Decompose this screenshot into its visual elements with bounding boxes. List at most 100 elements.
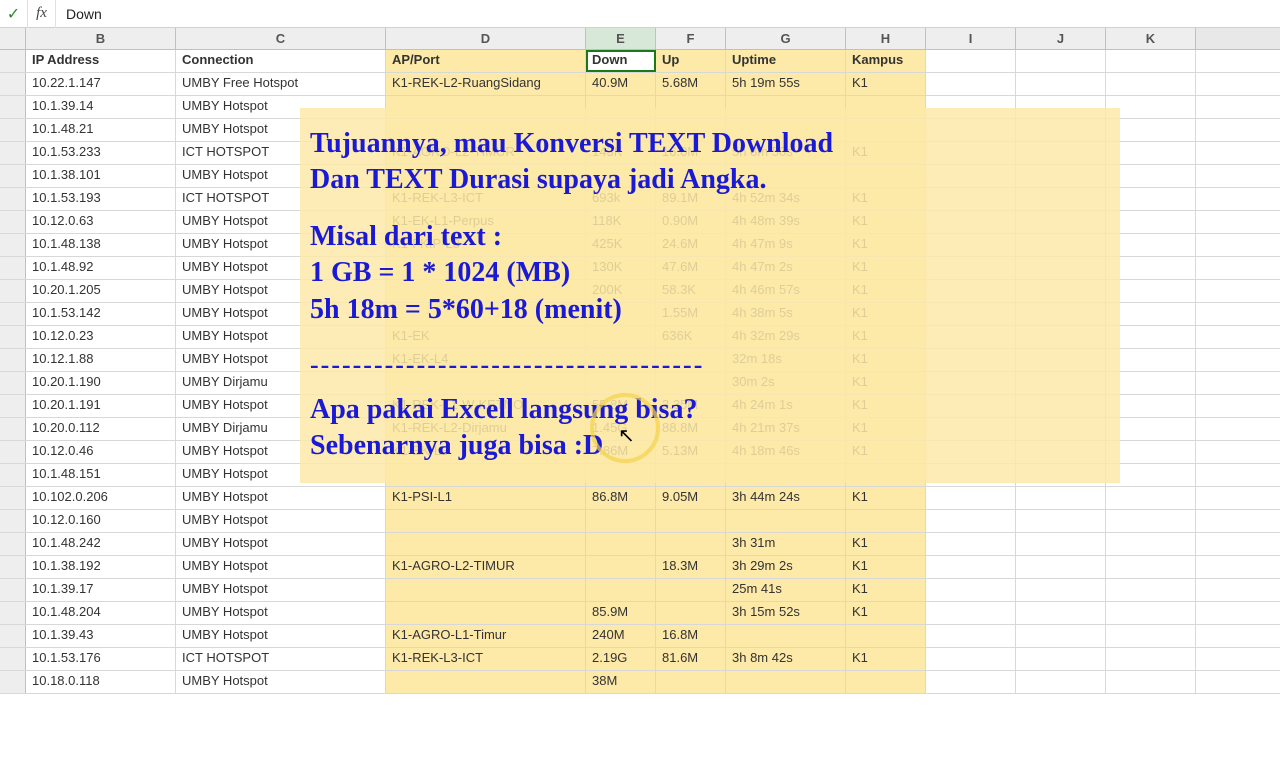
cell-ip[interactable]: 10.22.1.147: [26, 73, 176, 95]
cell-uptime[interactable]: 4h 48m 39s: [726, 211, 846, 233]
cell-kampus[interactable]: K1: [846, 303, 926, 325]
row-gutter[interactable]: [0, 119, 26, 141]
cell-kampus[interactable]: K1: [846, 579, 926, 601]
cell-ip[interactable]: 10.1.53.233: [26, 142, 176, 164]
fx-button[interactable]: fx: [28, 0, 56, 28]
row-gutter[interactable]: [0, 96, 26, 118]
cell-up[interactable]: [656, 96, 726, 118]
row-gutter[interactable]: [0, 349, 26, 371]
cell-apport[interactable]: K1-AGRO-L1-Timur: [386, 625, 586, 647]
select-all-corner[interactable]: [0, 28, 26, 49]
cell-kampus[interactable]: [846, 165, 926, 187]
cell-empty[interactable]: [1106, 464, 1196, 486]
cell-kampus[interactable]: K1: [846, 395, 926, 417]
cell-uptime[interactable]: [726, 96, 846, 118]
cell-kampus[interactable]: [846, 510, 926, 532]
cell-empty[interactable]: [926, 533, 1016, 555]
cell-apport[interactable]: [386, 96, 586, 118]
cell-uptime[interactable]: [726, 625, 846, 647]
cell-uptime[interactable]: 3h 15m 52s: [726, 602, 846, 624]
cell-up[interactable]: 3.35M: [656, 395, 726, 417]
col-header-c[interactable]: C: [176, 28, 386, 49]
cell-down[interactable]: 55.8M: [586, 395, 656, 417]
cell-up[interactable]: [656, 372, 726, 394]
cell-uptime[interactable]: 3h 44m 24s: [726, 487, 846, 509]
cell-ip[interactable]: 10.20.1.191: [26, 395, 176, 417]
cell-ip[interactable]: 10.20.1.205: [26, 280, 176, 302]
cell-empty[interactable]: [926, 119, 1016, 141]
cell-header-uptime[interactable]: Uptime: [726, 50, 846, 72]
cell-header-ip[interactable]: IP Address: [26, 50, 176, 72]
col-header-h[interactable]: H: [846, 28, 926, 49]
cell-ip[interactable]: 10.1.53.193: [26, 188, 176, 210]
row-gutter[interactable]: [0, 395, 26, 417]
cell-up[interactable]: 18.3M: [656, 556, 726, 578]
cell-kampus[interactable]: [846, 464, 926, 486]
col-header-k[interactable]: K: [1106, 28, 1196, 49]
cell-header-connection[interactable]: Connection: [176, 50, 386, 72]
cell-apport[interactable]: [386, 280, 586, 302]
cell-uptime[interactable]: 4h 47m 2s: [726, 257, 846, 279]
cell-connection[interactable]: UMBY Hotspot: [176, 211, 386, 233]
cell-ip[interactable]: 10.1.53.176: [26, 648, 176, 670]
cell-empty[interactable]: [1106, 579, 1196, 601]
cell-empty[interactable]: [1106, 418, 1196, 440]
cell-empty[interactable]: [1106, 671, 1196, 693]
cell-empty[interactable]: [926, 257, 1016, 279]
cell-ip[interactable]: 10.1.39.17: [26, 579, 176, 601]
cell-header-down[interactable]: Down: [586, 50, 656, 72]
cell-apport[interactable]: K1-REK-L3-ICT: [386, 188, 586, 210]
cell-empty[interactable]: [1016, 487, 1106, 509]
cell-empty[interactable]: [926, 487, 1016, 509]
cell-up[interactable]: 9.05M: [656, 487, 726, 509]
cell-header-up[interactable]: Up: [656, 50, 726, 72]
cell-connection[interactable]: UMBY Dirjamu: [176, 372, 386, 394]
cell-connection[interactable]: UMBY Hotspot: [176, 510, 386, 532]
cell-kampus[interactable]: K1: [846, 418, 926, 440]
cell-empty[interactable]: [1106, 533, 1196, 555]
cell-up[interactable]: 89.1M: [656, 188, 726, 210]
cell-empty[interactable]: [1106, 119, 1196, 141]
cell-apport[interactable]: K1-EK-L1-Perpus: [386, 211, 586, 233]
cell-connection[interactable]: UMBY Hotspot: [176, 165, 386, 187]
cell-up[interactable]: 88.8M: [656, 418, 726, 440]
cell-empty[interactable]: [926, 625, 1016, 647]
cell-apport[interactable]: [386, 119, 586, 141]
cell-up[interactable]: 0.90M: [656, 211, 726, 233]
cell-uptime[interactable]: 4h 47m 9s: [726, 234, 846, 256]
confirm-icon[interactable]: ✓: [0, 0, 28, 28]
cell-empty[interactable]: [1106, 257, 1196, 279]
cell-empty[interactable]: [1106, 395, 1196, 417]
cell-down[interactable]: [586, 579, 656, 601]
col-header-b[interactable]: B: [26, 28, 176, 49]
cell-apport[interactable]: K1-REK-L2-RuangSidang: [386, 73, 586, 95]
col-header-j[interactable]: J: [1016, 28, 1106, 49]
cell-up[interactable]: [656, 579, 726, 601]
row-gutter[interactable]: [0, 510, 26, 532]
cell-empty[interactable]: [926, 556, 1016, 578]
cell-kampus[interactable]: K1: [846, 441, 926, 463]
cell-down[interactable]: [586, 556, 656, 578]
row-gutter[interactable]: [0, 625, 26, 647]
cell-empty[interactable]: [1016, 119, 1106, 141]
row-gutter[interactable]: [0, 418, 26, 440]
cell-down[interactable]: 240M: [586, 625, 656, 647]
cell-down[interactable]: [586, 96, 656, 118]
cell-connection[interactable]: UMBY Free Hotspot: [176, 73, 386, 95]
cell-kampus[interactable]: [846, 119, 926, 141]
cell-down[interactable]: 118K: [586, 211, 656, 233]
cell-empty[interactable]: [1016, 211, 1106, 233]
cell-up[interactable]: [656, 165, 726, 187]
cell-ip[interactable]: 10.12.0.160: [26, 510, 176, 532]
cell-empty[interactable]: [1016, 50, 1106, 72]
cell-empty[interactable]: [926, 234, 1016, 256]
cell-empty[interactable]: [1106, 326, 1196, 348]
cell-uptime[interactable]: [726, 464, 846, 486]
row-gutter[interactable]: [0, 142, 26, 164]
cell-connection[interactable]: UMBY Hotspot: [176, 349, 386, 371]
row-gutter[interactable]: [0, 280, 26, 302]
cell-down[interactable]: 200K: [586, 280, 656, 302]
cell-empty[interactable]: [1106, 625, 1196, 647]
cell-connection[interactable]: UMBY Hotspot: [176, 395, 386, 417]
cell-kampus[interactable]: K1: [846, 372, 926, 394]
